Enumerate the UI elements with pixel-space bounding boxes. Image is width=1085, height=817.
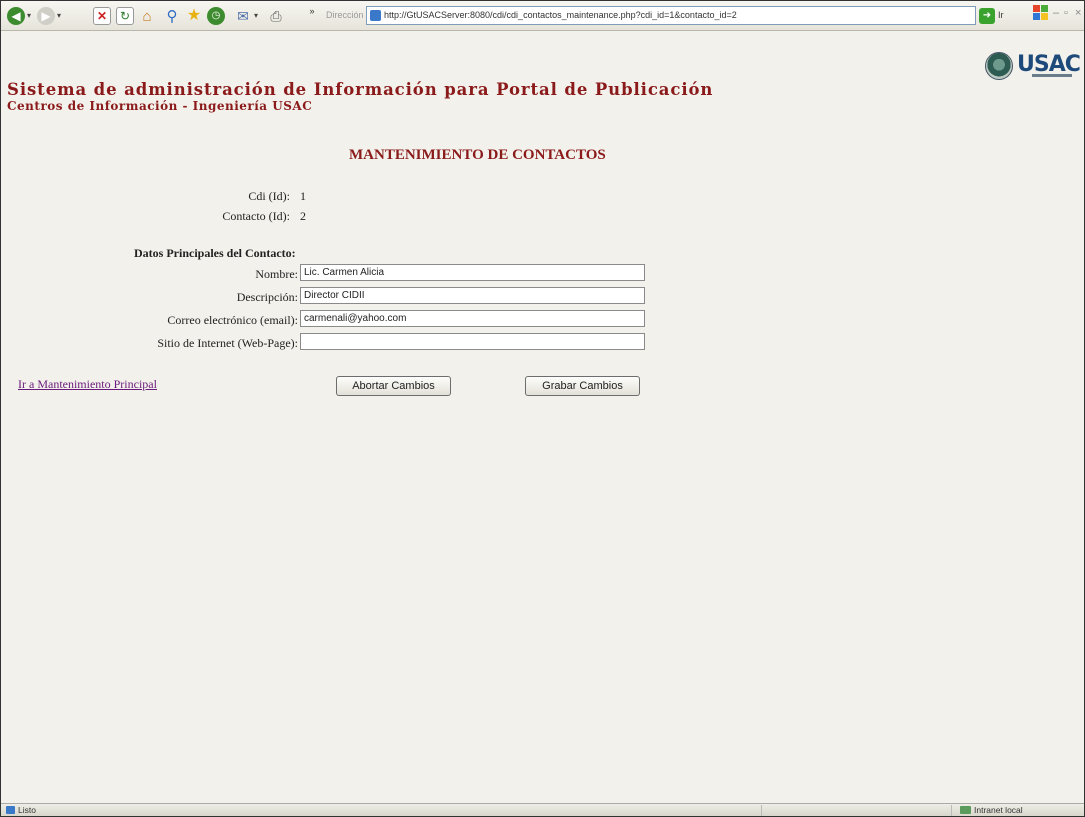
- mail-dropdown-icon[interactable]: ▾: [252, 7, 260, 25]
- restore-icon[interactable]: ▫: [1064, 7, 1068, 19]
- contacto-id-value: 2: [300, 209, 306, 223]
- forward-icon[interactable]: ▶: [37, 7, 55, 25]
- browser-window: [0, 0, 1085, 817]
- main-maintenance-link[interactable]: Ir a Mantenimiento Principal: [18, 377, 157, 392]
- status-divider: [951, 805, 952, 816]
- web-page-label: Sitio de Internet (Web-Page):: [157, 336, 298, 350]
- system-title: Sistema de administración de Información…: [7, 80, 714, 99]
- system-subtitle: Centros de Información - Ingeniería USAC: [7, 99, 313, 113]
- address-label: Dirección: [326, 10, 364, 20]
- print-icon[interactable]: ⎙: [267, 7, 285, 25]
- back-icon[interactable]: ◀: [7, 7, 25, 25]
- refresh-icon[interactable]: ↻: [116, 7, 134, 25]
- zone-text: Intranet local: [974, 805, 1023, 815]
- mail-icon[interactable]: ✉: [234, 7, 252, 25]
- nombre-field[interactable]: Lic. Carmen Alicia: [300, 264, 645, 281]
- page-status-icon: [6, 806, 15, 814]
- close-icon[interactable]: ×: [1075, 7, 1081, 19]
- email-label: Correo electrónico (email):: [167, 313, 298, 327]
- web-page-field[interactable]: [300, 333, 645, 350]
- minimize-icon[interactable]: –: [1053, 7, 1059, 19]
- descripcion-field[interactable]: Director CIDII: [300, 287, 645, 304]
- status-divider: [761, 805, 762, 816]
- page-icon: [370, 10, 381, 21]
- go-arrow-icon[interactable]: ➜: [979, 8, 995, 24]
- toolbar-overflow-icon[interactable]: »: [308, 2, 316, 20]
- back-dropdown-icon[interactable]: ▾: [25, 7, 33, 25]
- logo-underline: [1032, 74, 1072, 77]
- search-icon[interactable]: ⚲: [163, 7, 181, 25]
- usac-seal-icon: [985, 52, 1013, 80]
- browser-toolbar: ◀ ▾ ▶ ▾ ✕ ↻ ⌂ ⚲ ★ ◷ ✉ ▾ ⎙ » Dirección ht…: [1, 1, 1084, 31]
- history-icon[interactable]: ◷: [207, 7, 225, 25]
- section-title: Datos Principales del Contacto:: [134, 246, 296, 260]
- address-bar[interactable]: http://GtUSACServer:8080/cdi/cdi_contact…: [366, 6, 976, 25]
- windows-logo-icon: [1033, 5, 1049, 21]
- go-label[interactable]: Ir: [998, 10, 1004, 20]
- usac-logo: USAC: [985, 52, 1081, 82]
- save-changes-button[interactable]: Grabar Cambios: [525, 376, 640, 396]
- home-icon[interactable]: ⌂: [138, 7, 156, 25]
- status-text: Listo: [18, 805, 36, 815]
- cdi-id-value: 1: [300, 189, 306, 203]
- favorites-icon[interactable]: ★: [185, 7, 203, 25]
- nombre-label: Nombre:: [255, 267, 298, 281]
- forward-dropdown-icon[interactable]: ▾: [55, 7, 63, 25]
- intranet-zone-icon: [960, 806, 971, 814]
- descripcion-label: Descripción:: [236, 290, 298, 304]
- address-url: http://GtUSACServer:8080/cdi/cdi_contact…: [384, 10, 737, 20]
- cdi-id-label: Cdi (Id):: [248, 189, 290, 203]
- page-title: MANTENIMIENTO DE CONTACTOS: [349, 147, 606, 163]
- abort-changes-button[interactable]: Abortar Cambios: [336, 376, 451, 396]
- contacto-id-label: Contacto (Id):: [222, 209, 290, 223]
- status-bar: Listo Intranet local: [1, 803, 1084, 816]
- stop-icon[interactable]: ✕: [93, 7, 111, 25]
- email-field[interactable]: carmenali@yahoo.com: [300, 310, 645, 327]
